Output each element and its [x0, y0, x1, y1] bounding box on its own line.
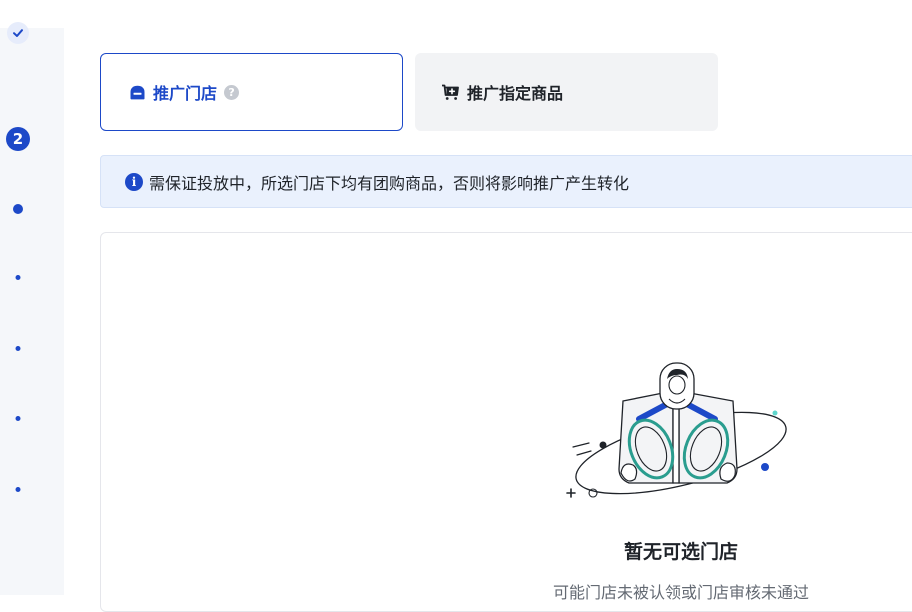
tab-promote-products[interactable]: 推广指定商品 [415, 53, 718, 131]
step-upcoming [15, 275, 21, 280]
notice-text: 需保证投放中，所选门店下均有团购商品，否则将影响推广产生转化 [149, 173, 630, 193]
step-rail: 2 [0, 22, 64, 595]
question-circle-icon[interactable]: ? [224, 84, 240, 100]
check-icon [13, 29, 23, 37]
empty-state-subtitle: 可能门店未被认领或门店审核未通过 [552, 583, 809, 602]
store-icon [129, 85, 146, 100]
info-circle-icon: i [125, 172, 143, 191]
store-list-panel: 暂无可选门店 可能门店未被认领或门店审核未通过 [100, 232, 912, 612]
step-upcoming [15, 416, 21, 421]
step-current: 2 [6, 127, 30, 151]
tab-label: 推广指定商品 [467, 84, 564, 103]
step-current-number: 2 [12, 130, 24, 148]
tab-promote-stores[interactable]: 推广门店 ? [100, 53, 403, 131]
notice-banner: i 需保证投放中，所选门店下均有团购商品，否则将影响推广产生转化 [100, 155, 912, 208]
tab-label: 推广门店 [153, 84, 218, 103]
empty-state-title: 暂无可选门店 [623, 541, 738, 563]
astronaut-illustration [566, 362, 787, 498]
step-completed [7, 22, 29, 44]
step-upcoming [15, 487, 21, 492]
step-upcoming [15, 346, 21, 351]
step-upcoming [13, 204, 23, 214]
cart-plus-icon [441, 84, 460, 101]
